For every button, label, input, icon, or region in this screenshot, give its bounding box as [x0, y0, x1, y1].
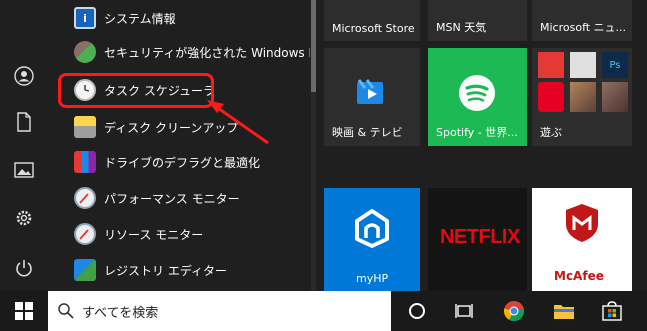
monitor-icon	[74, 187, 96, 209]
tile-movies-tv[interactable]: 映画 & テレビ	[324, 48, 420, 146]
list-item-label: ディスク クリーンアップ	[104, 120, 239, 135]
pinterest-icon	[538, 82, 564, 112]
tile-area: Microsoft Store MSN 天気 Microsoft ニュ... 映…	[316, 0, 647, 291]
photoshop-icon: Ps	[602, 52, 628, 78]
list-item-disk-cleanup[interactable]: ディスク クリーンアップ	[48, 112, 310, 142]
defrag-icon	[74, 151, 96, 173]
taskbar-chrome[interactable]	[490, 291, 538, 331]
monitor-icon	[74, 223, 96, 245]
search-icon	[58, 303, 74, 319]
folder-icon	[554, 305, 574, 319]
tile-myhp[interactable]: myHP	[324, 188, 420, 291]
taskbar-store[interactable]	[588, 291, 636, 331]
list-item-label: システム情報	[104, 11, 176, 26]
mcafee-shield-icon	[566, 204, 598, 242]
task-view-icon	[455, 304, 473, 318]
pictures-icon[interactable]	[0, 152, 48, 188]
tile-spotify[interactable]: Spotify - 世界...	[428, 48, 527, 146]
documents-icon[interactable]	[0, 104, 48, 140]
game-icon	[602, 82, 628, 112]
tile-label: MSN 天気	[436, 21, 487, 34]
app-list: i システム情報 セキュリティが強化された Windows Defe タスク ス…	[48, 0, 310, 291]
tile-label: Microsoft ニュ...	[540, 21, 627, 34]
tile-label: myHP	[356, 272, 389, 285]
cortana-circle-icon	[409, 303, 425, 319]
netflix-logo: NETFLIX	[440, 226, 520, 248]
power-icon[interactable]	[0, 250, 48, 286]
list-item-label: レジストリ エディター	[104, 263, 227, 278]
roblox-icon	[538, 52, 564, 78]
highlight-box	[58, 73, 214, 108]
game-icon	[570, 82, 596, 112]
list-item-label: ドライブのデフラグと最適化	[104, 155, 261, 170]
list-item-defrag[interactable]: ドライブのデフラグと最適化	[48, 147, 310, 177]
firewall-icon	[74, 41, 96, 63]
registry-icon	[74, 259, 96, 281]
tile-msn-weather[interactable]: MSN 天気	[428, 0, 527, 41]
tile-play-folder[interactable]: Ps 遊ぶ	[532, 48, 632, 146]
taskbar-search-box[interactable]: すべてを検索	[48, 291, 391, 331]
task-view-button[interactable]	[440, 291, 488, 331]
list-item-registry-editor[interactable]: レジストリ エディター	[48, 255, 310, 285]
tile-microsoft-store[interactable]: Microsoft Store	[324, 0, 420, 41]
user-account-icon[interactable]	[0, 58, 48, 94]
search-placeholder: すべてを検索	[82, 305, 159, 321]
system-info-icon: i	[74, 7, 96, 29]
list-item-label: リソース モニター	[104, 227, 204, 242]
windows-logo-icon	[15, 302, 33, 320]
tile-label: Spotify - 世界...	[436, 126, 518, 139]
myhp-icon	[355, 209, 389, 248]
tile-label: 映画 & テレビ	[332, 126, 403, 139]
tile-microsoft-news[interactable]: Microsoft ニュ...	[532, 0, 632, 41]
tile-mcafee[interactable]: McAfee	[532, 188, 632, 291]
tile-label: 遊ぶ	[540, 126, 562, 139]
list-item-label: セキュリティが強化された Windows Defe	[104, 45, 310, 60]
list-item-label: パフォーマンス モニター	[104, 191, 240, 206]
solitaire-icon	[570, 52, 596, 78]
chrome-icon	[503, 301, 525, 322]
tile-label: McAfee	[554, 269, 604, 283]
list-item-windows-defender-firewall[interactable]: セキュリティが強化された Windows Defe	[48, 37, 310, 67]
disk-cleanup-icon	[74, 116, 96, 138]
start-left-rail	[0, 0, 48, 291]
taskbar: すべてを検索	[0, 291, 647, 331]
list-item-resource-monitor[interactable]: リソース モニター	[48, 219, 310, 249]
cortana-button[interactable]	[393, 291, 441, 331]
movies-tv-icon	[357, 79, 383, 104]
spotify-icon	[459, 75, 495, 111]
store-bag-icon	[602, 301, 622, 321]
settings-gear-icon[interactable]	[0, 200, 48, 236]
start-button[interactable]	[0, 291, 48, 331]
tile-label: Microsoft Store	[332, 22, 415, 35]
taskbar-file-explorer[interactable]	[540, 291, 588, 331]
list-item-performance-monitor[interactable]: パフォーマンス モニター	[48, 183, 310, 213]
list-item-system-info[interactable]: i システム情報	[48, 3, 310, 33]
tile-netflix[interactable]: NETFLIX	[428, 188, 527, 291]
